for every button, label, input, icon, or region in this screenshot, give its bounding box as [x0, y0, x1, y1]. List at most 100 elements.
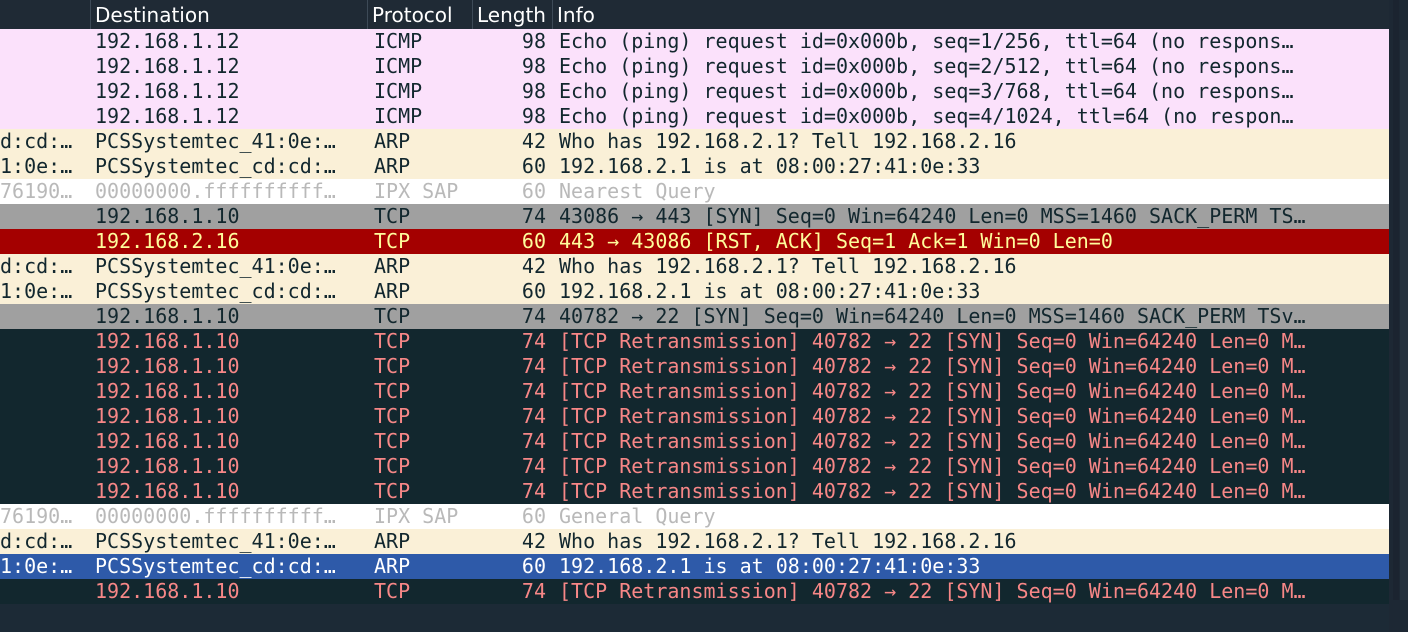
protocol-cell: ARP — [374, 129, 411, 153]
protocol-cell: ARP — [374, 254, 411, 278]
packet-row[interactable]: 192.168.1.10 TCP 74 [TCP Retransmission] 40… — [0, 579, 1389, 604]
packet-row[interactable]: 1:0e:… PCSSystemtec_cd:cd:… ARP 60 192.168.2… — [0, 279, 1389, 304]
protocol-cell: ARP — [374, 554, 411, 578]
length-cell: 98 — [521, 79, 546, 103]
protocol-cell: ICMP — [374, 54, 423, 78]
source-cell — [0, 104, 88, 129]
destination-cell: 00000000.ffffffffff… — [95, 504, 336, 528]
length-cell: 74 — [521, 404, 546, 428]
source-cell: d:cd:… — [0, 529, 73, 553]
column-header-destination[interactable]: Destination — [90, 0, 367, 29]
length-cell: 42 — [521, 129, 546, 153]
protocol-cell: ICMP — [374, 29, 423, 53]
destination-cell: PCSSystemtec_cd:cd:… — [95, 554, 336, 578]
packet-row[interactable]: 76190… 00000000.ffffffffff… IPX SAP 60 Neare… — [0, 179, 1389, 204]
info-cell: Who has 192.168.2.1? Tell 192.168.2.16 — [559, 129, 1017, 153]
info-cell: Who has 192.168.2.1? Tell 192.168.2.16 — [559, 529, 1017, 553]
packet-list: 192.168.1.12 ICMP 98 Echo (ping) request id… — [0, 29, 1389, 604]
source-cell: 1:0e:… — [0, 554, 73, 578]
length-cell: 74 — [521, 329, 546, 353]
source-cell — [0, 229, 88, 254]
protocol-cell: TCP — [374, 304, 411, 328]
info-cell: 192.168.2.1 is at 08:00:27:41:0e:33 — [559, 554, 981, 578]
protocol-cell: TCP — [374, 379, 411, 403]
destination-cell: 192.168.1.10 — [95, 404, 240, 428]
source-cell — [0, 29, 88, 54]
source-cell — [0, 479, 88, 504]
packet-list-pane: Destination Protocol Length Info 192.168… — [0, 0, 1389, 632]
destination-cell: 192.168.1.10 — [95, 579, 240, 603]
destination-cell: 192.168.1.12 — [95, 104, 240, 128]
packet-row[interactable]: 192.168.1.12 ICMP 98 Echo (ping) request id… — [0, 54, 1389, 79]
length-cell: 74 — [521, 479, 546, 503]
destination-cell: 192.168.1.12 — [95, 54, 240, 78]
packet-row[interactable]: 192.168.1.10 TCP 74 [TCP Retransmission] 40… — [0, 404, 1389, 429]
destination-cell: PCSSystemtec_41:0e:… — [95, 254, 336, 278]
packet-row[interactable]: 192.168.1.12 ICMP 98 Echo (ping) request id… — [0, 79, 1389, 104]
destination-cell: 192.168.2.16 — [95, 229, 240, 253]
column-header-length[interactable]: Length — [472, 0, 552, 29]
length-cell: 60 — [521, 179, 546, 203]
length-cell: 98 — [521, 104, 546, 128]
packet-row[interactable]: d:cd:… PCSSystemtec_41:0e:… ARP 42 Who has 1… — [0, 254, 1389, 279]
protocol-cell: TCP — [374, 329, 411, 353]
source-cell: d:cd:… — [0, 254, 73, 278]
window-edge — [1400, 40, 1408, 600]
info-cell: 43086 → 443 [SYN] Seq=0 Win=64240 Len=0 … — [559, 204, 1306, 228]
info-cell: Who has 192.168.2.1? Tell 192.168.2.16 — [559, 254, 1017, 278]
source-cell — [0, 354, 88, 379]
packet-row[interactable]: 192.168.1.10 TCP 74 [TCP Retransmission] 40… — [0, 354, 1389, 379]
packet-row[interactable]: 192.168.1.10 TCP 74 [TCP Retransmission] 40… — [0, 429, 1389, 454]
info-cell: [TCP Retransmission] 40782 → 22 [SYN] Se… — [559, 354, 1306, 378]
scrollbar-thumb[interactable] — [1393, 0, 1399, 600]
length-cell: 74 — [521, 579, 546, 603]
length-cell: 74 — [521, 354, 546, 378]
column-header-protocol[interactable]: Protocol — [367, 0, 472, 29]
protocol-cell: ICMP — [374, 79, 423, 103]
length-cell: 60 — [521, 154, 546, 178]
info-cell: [TCP Retransmission] 40782 → 22 [SYN] Se… — [559, 404, 1306, 428]
source-cell: 76190… — [0, 504, 73, 528]
source-cell: 76190… — [0, 179, 73, 203]
source-cell — [0, 429, 88, 454]
source-cell: 1:0e:… — [0, 154, 73, 178]
info-cell: General Query — [559, 504, 716, 528]
source-cell: 1:0e:… — [0, 279, 73, 303]
destination-cell: 192.168.1.10 — [95, 379, 240, 403]
column-header-source[interactable] — [0, 0, 90, 29]
protocol-cell: TCP — [374, 479, 411, 503]
packet-row[interactable]: 1:0e:… PCSSystemtec_cd:cd:… ARP 60 192.168.2… — [0, 154, 1389, 179]
protocol-cell: TCP — [374, 354, 411, 378]
packet-row[interactable]: d:cd:… PCSSystemtec_41:0e:… ARP 42 Who has 1… — [0, 129, 1389, 154]
source-cell — [0, 404, 88, 429]
destination-cell: 192.168.1.10 — [95, 479, 240, 503]
protocol-cell: TCP — [374, 229, 411, 253]
destination-cell: 192.168.1.10 — [95, 354, 240, 378]
info-cell: 192.168.2.1 is at 08:00:27:41:0e:33 — [559, 279, 981, 303]
info-cell: [TCP Retransmission] 40782 → 22 [SYN] Se… — [559, 479, 1306, 503]
packet-row[interactable]: 192.168.1.10 TCP 74 [TCP Retransmission] 40… — [0, 329, 1389, 354]
packet-row[interactable]: 192.168.1.10 TCP 74 [TCP Retransmission] 40… — [0, 454, 1389, 479]
packet-row[interactable]: 192.168.1.12 ICMP 98 Echo (ping) request id… — [0, 29, 1389, 54]
info-cell: [TCP Retransmission] 40782 → 22 [SYN] Se… — [559, 379, 1306, 403]
vertical-scrollbar[interactable] — [1389, 0, 1408, 632]
destination-cell: PCSSystemtec_41:0e:… — [95, 529, 336, 553]
length-cell: 98 — [521, 54, 546, 78]
length-cell: 74 — [521, 379, 546, 403]
packet-row[interactable]: d:cd:… PCSSystemtec_41:0e:… ARP 42 Who has 1… — [0, 529, 1389, 554]
source-cell — [0, 579, 88, 604]
packet-row[interactable]: 192.168.1.10 TCP 74 [TCP Retransmission] 40… — [0, 479, 1389, 504]
packet-row[interactable]: 1:0e:… PCSSystemtec_cd:cd:… ARP 60 192.168.2… — [0, 554, 1389, 579]
packet-row[interactable]: 192.168.1.12 ICMP 98 Echo (ping) request id… — [0, 104, 1389, 129]
packet-row[interactable]: 192.168.1.10 TCP 74 [TCP Retransmission] 40… — [0, 379, 1389, 404]
column-header-info[interactable]: Info — [552, 0, 1389, 29]
info-cell: Echo (ping) request id=0x000b, seq=1/256… — [559, 29, 1294, 53]
packet-row[interactable]: 192.168.1.10 TCP 74 40782 → 22 [SYN] Seq=0 … — [0, 304, 1389, 329]
packet-row[interactable]: 192.168.1.10 TCP 74 43086 → 443 [SYN] Seq=0… — [0, 204, 1389, 229]
packet-row[interactable]: 192.168.2.16 TCP 60 443 → 43086 [RST, ACK] … — [0, 229, 1389, 254]
packet-row[interactable]: 76190… 00000000.ffffffffff… IPX SAP 60 Gener… — [0, 504, 1389, 529]
source-cell — [0, 329, 88, 354]
length-cell: 60 — [521, 504, 546, 528]
destination-cell: 192.168.1.10 — [95, 304, 240, 328]
length-cell: 60 — [521, 229, 546, 253]
